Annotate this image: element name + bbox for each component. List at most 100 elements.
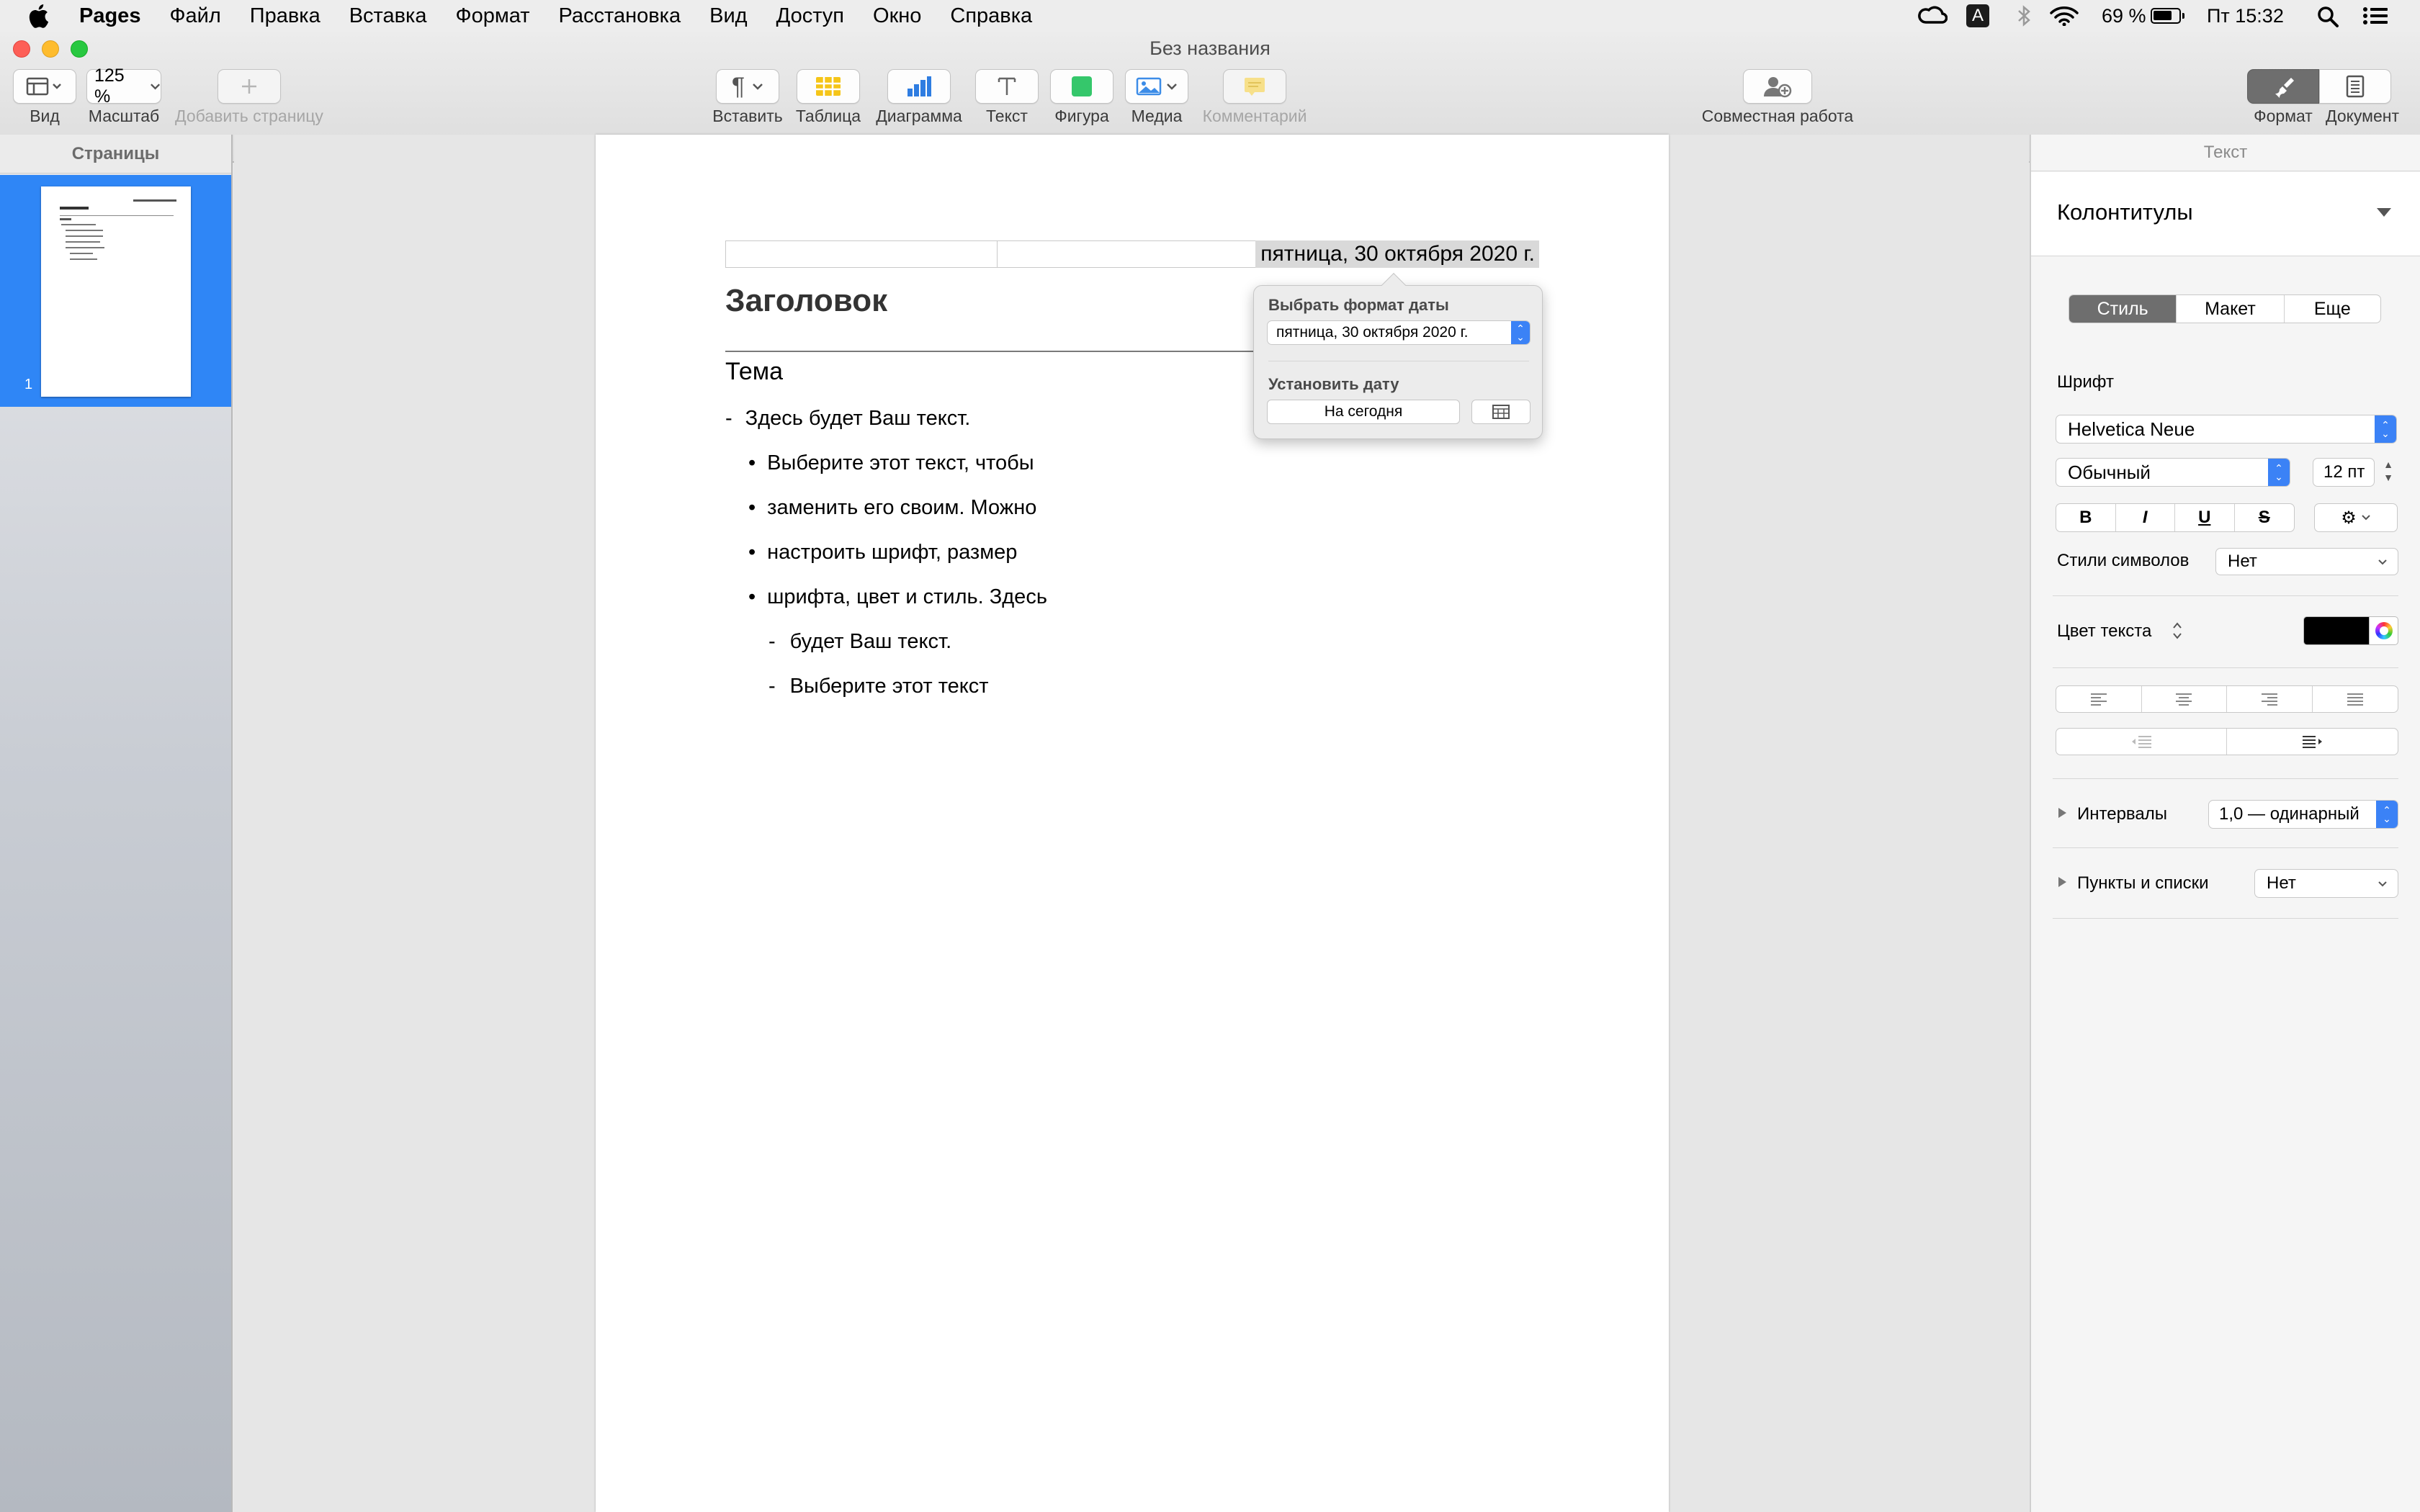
menu-format[interactable]: Формат — [456, 4, 530, 28]
menu-view[interactable]: Вид — [709, 4, 747, 28]
menu-help[interactable]: Справка — [950, 4, 1032, 28]
page-thumbnail-selected[interactable]: 1 — [0, 175, 231, 407]
header-field-left[interactable] — [725, 240, 998, 268]
menu-arrange[interactable]: Расстановка — [559, 4, 681, 28]
notification-center-icon[interactable] — [2362, 6, 2388, 26]
font-size-field[interactable]: 12 пт — [2313, 458, 2375, 487]
comment-label: Комментарий — [1202, 107, 1307, 125]
document-heading[interactable]: Заголовок — [725, 283, 887, 319]
date-format-value: пятница, 30 октября 2020 г. — [1276, 324, 1469, 341]
insert-button[interactable]: ¶ — [716, 69, 779, 104]
chart-button[interactable] — [887, 69, 951, 104]
bullets-popup[interactable]: Нет — [2254, 869, 2398, 898]
font-section-label: Шрифт — [2057, 372, 2114, 392]
spacing-label[interactable]: Интервалы — [2077, 804, 2167, 824]
menu-insert[interactable]: Вставка — [349, 4, 427, 28]
menu-file[interactable]: Файл — [169, 4, 220, 28]
view-button[interactable] — [13, 69, 76, 104]
date-format-title: Выбрать формат даты — [1268, 296, 1449, 314]
document-button[interactable] — [2319, 69, 2391, 104]
char-styles-label: Стили символов — [2057, 551, 2190, 570]
plus-icon — [242, 79, 256, 94]
tab-style[interactable]: Стиль — [2069, 295, 2177, 323]
underline-button[interactable]: U — [2175, 504, 2235, 531]
media-button[interactable] — [1125, 69, 1188, 104]
char-styles-value: Нет — [2228, 552, 2257, 571]
header-date-field[interactable]: пятница, 30 октября 2020 г. — [1255, 240, 1539, 268]
today-button[interactable]: На сегодня — [1267, 400, 1460, 424]
text-button[interactable] — [975, 69, 1039, 104]
inspector-tabs: Стиль Макет Еще — [2069, 294, 2381, 323]
disclosure-triangle-icon[interactable] — [2057, 807, 2067, 819]
date-format-popup[interactable]: пятница, 30 октября 2020 г. ⌃ ⌄ — [1267, 320, 1531, 345]
shape-label: Фигура — [1054, 107, 1109, 125]
decrease-indent-button[interactable] — [2056, 729, 2227, 755]
table-button[interactable] — [797, 69, 860, 104]
text-color-well[interactable] — [2303, 616, 2370, 645]
page-thumbnail[interactable] — [41, 186, 191, 397]
comment-button[interactable] — [1223, 69, 1286, 104]
char-styles-popup[interactable]: Нет — [2215, 548, 2398, 575]
window-title: Без названия — [1150, 37, 1270, 59]
menu-edit[interactable]: Правка — [250, 4, 321, 28]
paragraph-style-selector[interactable]: Колонтитулы — [2031, 172, 2420, 256]
italic-button[interactable]: I — [2116, 504, 2175, 531]
inspector-title: Текст — [2203, 143, 2248, 162]
calendar-icon — [1492, 405, 1510, 419]
align-left-button[interactable] — [2056, 686, 2142, 712]
typeface-popup[interactable]: Обычный ⌃ ⌄ — [2056, 458, 2290, 487]
strikethrough-button[interactable]: S — [2235, 504, 2295, 531]
list-item[interactable]: - Выберите этот текст — [768, 675, 989, 698]
font-family-popup[interactable]: Helvetica Neue ⌃ ⌄ — [2056, 415, 2397, 444]
text-color-label: Цвет текста — [2057, 621, 2152, 641]
bold-button[interactable]: B — [2056, 504, 2116, 531]
align-right-button[interactable] — [2227, 686, 2313, 712]
sidebar-layout-icon — [26, 77, 61, 96]
list-item[interactable]: - будет Ваш текст. — [768, 630, 951, 654]
apple-icon[interactable] — [27, 4, 49, 28]
document-subtitle[interactable]: Тема — [725, 358, 783, 386]
list-item[interactable]: • заменить его своим. Можно — [748, 496, 1036, 520]
list-item[interactable]: • настроить шрифт, размер — [748, 541, 1017, 564]
tab-layout[interactable]: Макет — [2177, 295, 2285, 323]
disclosure-triangle-icon[interactable] — [2057, 876, 2067, 888]
keyboard-layout-icon[interactable]: A — [1966, 4, 1989, 27]
tab-more[interactable]: Еще — [2285, 295, 2380, 323]
bullets-label[interactable]: Пункты и списки — [2077, 873, 2209, 894]
menu-clock[interactable]: Пт 15:32 — [2207, 0, 2284, 32]
creative-cloud-icon[interactable] — [1917, 5, 1948, 27]
battery-icon[interactable] — [2151, 8, 2184, 24]
calendar-button[interactable] — [1471, 400, 1531, 424]
format-button[interactable] — [2247, 69, 2319, 104]
header-date-text: пятница, 30 октября 2020 г. — [1260, 242, 1535, 266]
text-box-icon — [998, 77, 1016, 95]
color-picker-button[interactable] — [2370, 616, 2398, 645]
justify-button[interactable] — [2313, 686, 2398, 712]
popup-stepper-icon: ⌃ ⌄ — [1511, 321, 1530, 344]
list-item[interactable]: • шрифта, цвет и стиль. Здесь — [748, 585, 1047, 609]
zoom-label: Масштаб — [88, 107, 160, 125]
advanced-options-button[interactable]: ⚙ — [2314, 503, 2398, 532]
list-item[interactable]: - Здесь будет Ваш текст. — [725, 407, 970, 431]
paragraph-style-name: Колонтитулы — [2057, 199, 2193, 225]
align-center-button[interactable] — [2142, 686, 2227, 712]
shape-button[interactable] — [1050, 69, 1113, 104]
menu-app-name[interactable]: Pages — [79, 4, 140, 28]
collaborate-button[interactable] — [1743, 69, 1812, 104]
spotlight-search-icon[interactable] — [2316, 5, 2339, 28]
line-spacing-popup[interactable]: 1,0 — одинарный ⌃ ⌄ — [2208, 800, 2398, 829]
list-item[interactable]: • Выберите этот текст, чтобы — [748, 451, 1034, 475]
menu-share[interactable]: Доступ — [776, 4, 844, 28]
header-field-center[interactable] — [998, 240, 1260, 268]
wifi-icon[interactable] — [2050, 6, 2079, 26]
zoom-popup[interactable]: 125 % — [86, 66, 161, 107]
color-wheel-icon — [2375, 622, 2393, 639]
font-size-stepper[interactable]: ▲ ▼ — [2380, 458, 2396, 487]
increase-indent-button[interactable] — [2227, 729, 2398, 755]
updown-arrows-icon[interactable] — [2172, 621, 2182, 640]
menu-window[interactable]: Окно — [873, 4, 921, 28]
bluetooth-icon[interactable] — [2017, 4, 2031, 27]
indent-buttons — [2056, 728, 2398, 755]
add-page-button[interactable] — [218, 69, 281, 104]
date-format-popover: Выбрать формат даты пятница, 30 октября … — [1253, 273, 1543, 439]
